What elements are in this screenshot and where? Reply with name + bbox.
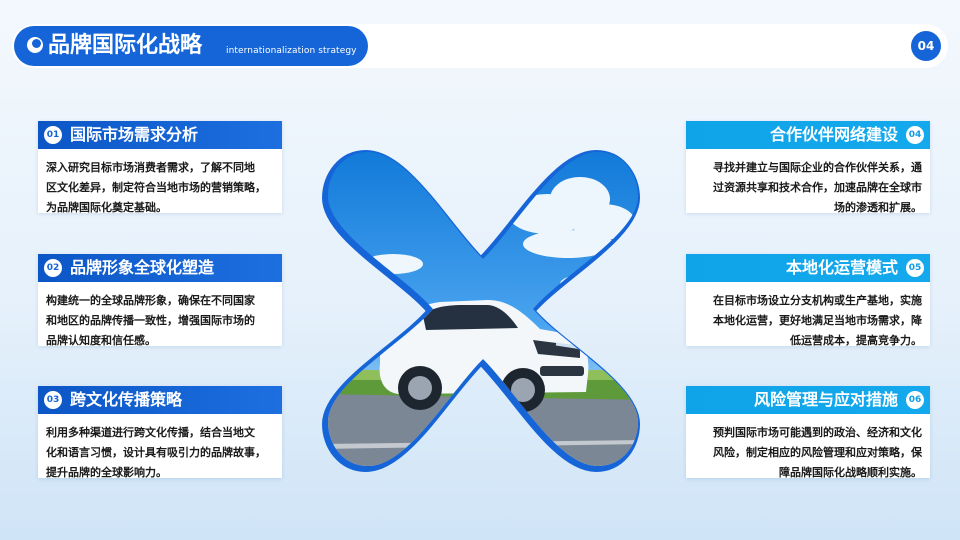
card-localization: 本地化运营模式 05 在目标市场设立分支机构或生产基地，实施 本地化运营，更好地… <box>686 254 930 347</box>
card-partner-network: 合作伙伴网络建设 04 寻找并建立与国际企业的合作伙伴关系，通 过资源共享和技术… <box>686 121 930 214</box>
card-body: 寻找并建立与国际企业的合作伙伴关系，通 过资源共享和技术合作，加速品牌在全球市 … <box>686 149 930 214</box>
card-title: 国际市场需求分析 <box>70 125 199 144</box>
card-line: 风险，制定相应的风险管理和应对策略，保 <box>713 446 922 459</box>
page-subtitle: internationalization strategy <box>226 46 357 56</box>
card-title: 本地化运营模式 <box>785 258 898 277</box>
card-line: 低运营成本，提高竞争力。 <box>790 334 922 347</box>
page-number-badge: 04 <box>911 31 941 61</box>
card-cross-culture: 03 跨文化传播策略 利用多种渠道进行跨文化传播，结合当地文 化和语言习惯，设计… <box>38 386 282 479</box>
card-line: 寻找并建立与国际企业的合作伙伴关系，通 <box>713 161 922 174</box>
card-line: 化和语言习惯，设计具有吸引力的品牌故事， <box>46 446 266 459</box>
card-body: 在目标市场设立分支机构或生产基地，实施 本地化运营，更好地满足当地市场需求，降 … <box>686 282 930 347</box>
card-body: 构建统一的全球品牌形象，确保在不同国家 和地区的品牌传播一致性，增强国际市场的 … <box>38 282 282 347</box>
card-title: 风险管理与应对措施 <box>753 390 898 409</box>
card-line: 提升品牌的全球影响力。 <box>46 466 167 479</box>
card-body: 深入研究目标市场消费者需求，了解不同地 区文化差异，制定符合当地市场的营销策略，… <box>38 149 282 214</box>
card-line: 预判国际市场可能遇到的政治、经济和文化 <box>713 426 922 439</box>
title-dot-icon <box>27 37 43 53</box>
card-header: 本地化运营模式 05 <box>686 254 930 282</box>
card-number: 02 <box>44 259 62 277</box>
card-body: 预判国际市场可能遇到的政治、经济和文化 风险，制定相应的风险管理和应对策略，保 … <box>686 414 930 479</box>
card-line: 本地化运营，更好地满足当地市场需求，降 <box>713 314 922 327</box>
card-line: 过资源共享和技术合作，加速品牌在全球市 <box>713 181 922 194</box>
card-number: 05 <box>906 259 924 277</box>
card-title: 品牌形象全球化塑造 <box>70 258 215 277</box>
page-title: 品牌国际化战略 <box>48 33 203 58</box>
card-line: 在目标市场设立分支机构或生产基地，实施 <box>713 294 922 307</box>
card-line: 利用多种渠道进行跨文化传播，结合当地文 <box>46 426 255 439</box>
card-line: 构建统一的全球品牌形象，确保在不同国家 <box>46 294 255 307</box>
card-header: 01 国际市场需求分析 <box>38 121 282 149</box>
card-header: 风险管理与应对措施 06 <box>686 386 930 414</box>
x-shape-photo <box>321 149 641 473</box>
card-number: 04 <box>906 126 924 144</box>
card-line: 障品牌国际化战略顺利实施。 <box>779 466 922 479</box>
card-header: 合作伙伴网络建设 04 <box>686 121 930 149</box>
card-title: 跨文化传播策略 <box>70 390 183 409</box>
card-number: 03 <box>44 391 62 409</box>
card-risk-management: 风险管理与应对措施 06 预判国际市场可能遇到的政治、经济和文化 风险，制定相应… <box>686 386 930 479</box>
card-title: 合作伙伴网络建设 <box>769 125 898 144</box>
card-body: 利用多种渠道进行跨文化传播，结合当地文 化和语言习惯，设计具有吸引力的品牌故事，… <box>38 414 282 479</box>
center-x-image <box>318 144 648 474</box>
card-number: 06 <box>906 391 924 409</box>
card-brand-image: 02 品牌形象全球化塑造 构建统一的全球品牌形象，确保在不同国家 和地区的品牌传… <box>38 254 282 347</box>
card-header: 03 跨文化传播策略 <box>38 386 282 414</box>
card-line: 区文化差异，制定符合当地市场的营销策略， <box>46 181 266 194</box>
card-header: 02 品牌形象全球化塑造 <box>38 254 282 282</box>
card-line: 品牌认知度和信任感。 <box>46 334 156 347</box>
card-line: 和地区的品牌传播一致性，增强国际市场的 <box>46 314 255 327</box>
card-line: 场的渗透和扩展。 <box>834 201 922 214</box>
card-market-analysis: 01 国际市场需求分析 深入研究目标市场消费者需求，了解不同地 区文化差异，制定… <box>38 121 282 214</box>
card-line: 为品牌国际化奠定基础。 <box>46 201 167 214</box>
card-line: 深入研究目标市场消费者需求，了解不同地 <box>46 161 255 174</box>
card-number: 01 <box>44 126 62 144</box>
